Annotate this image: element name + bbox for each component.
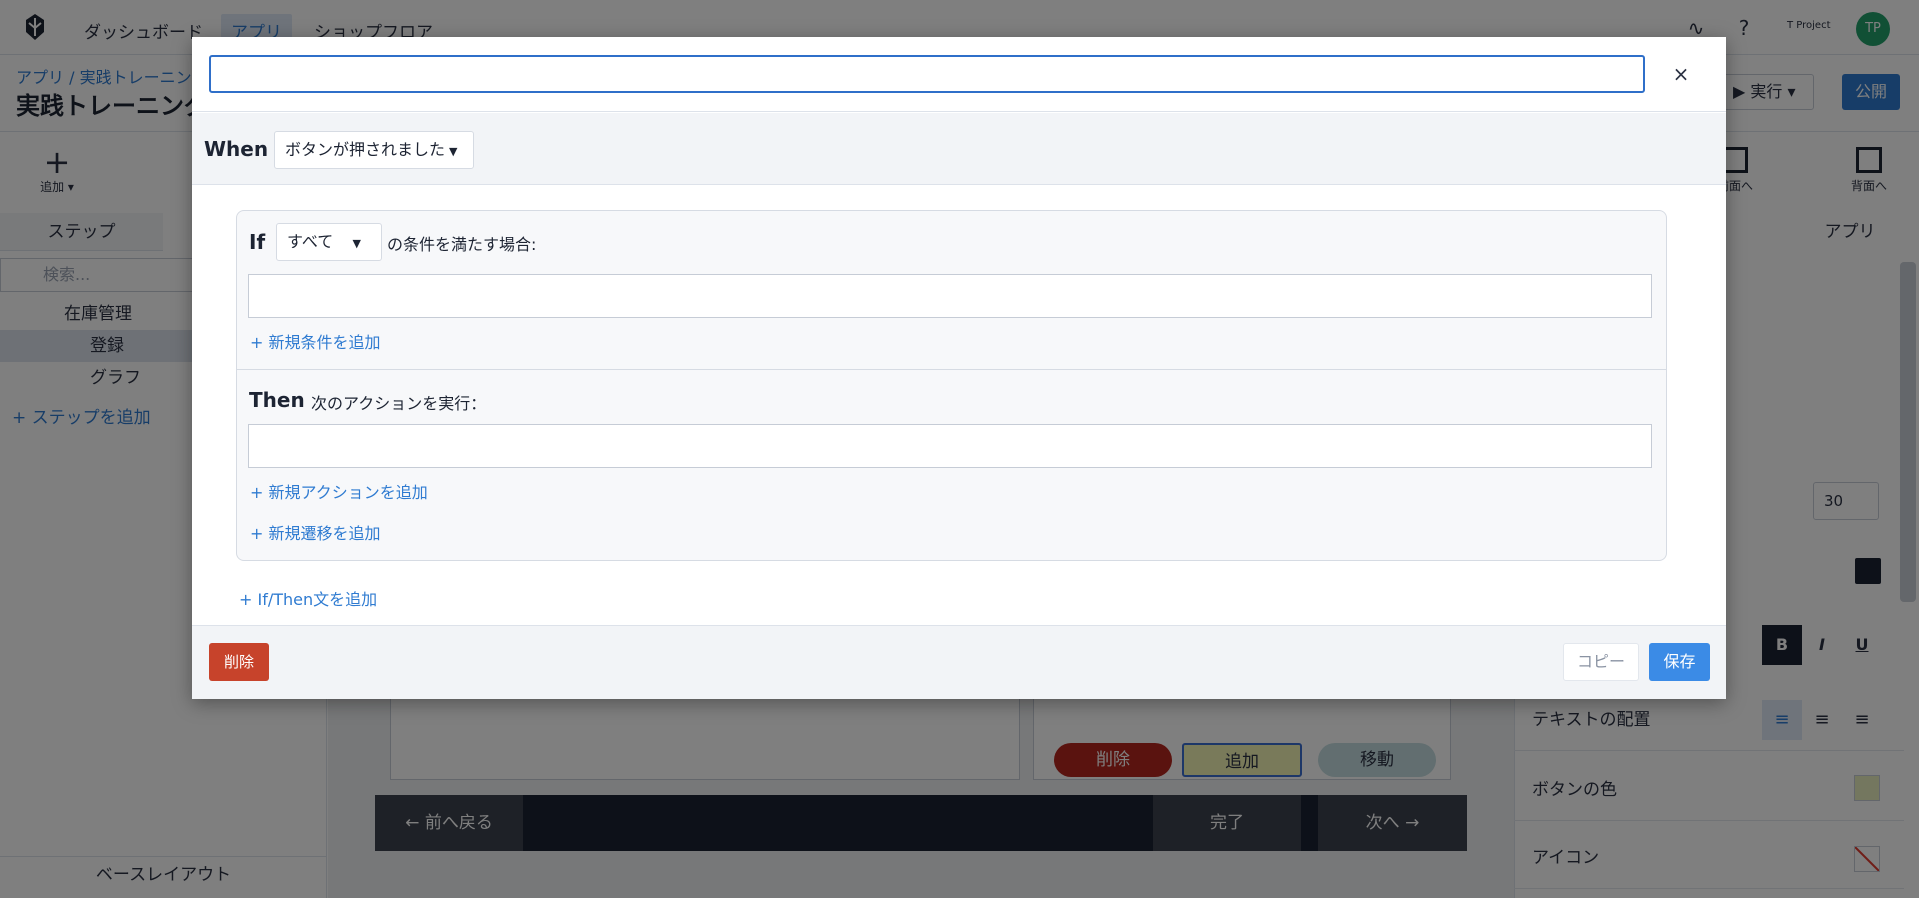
when-label: When: [204, 137, 269, 161]
if-description: の条件を満たす場合:: [387, 235, 537, 254]
delete-button[interactable]: 削除: [209, 643, 269, 681]
save-button[interactable]: 保存: [1649, 643, 1710, 681]
actions-dropzone[interactable]: [248, 424, 1652, 468]
add-transition-link[interactable]: + 新規遷移を追加: [250, 520, 381, 544]
modal-footer: [192, 625, 1726, 699]
if-match-select[interactable]: すべて ▼: [276, 223, 382, 261]
add-condition-link[interactable]: + 新規条件を追加: [250, 329, 381, 353]
trigger-name-input[interactable]: [209, 55, 1645, 93]
if-label: If: [249, 230, 266, 254]
close-icon[interactable]: ×: [1666, 59, 1696, 89]
add-condition-label: 新規条件を追加: [268, 333, 381, 352]
divider: [236, 369, 1667, 370]
if-then-card: [236, 210, 1667, 561]
trigger-editor-modal: × When ボタンが押されました ▼ If すべて ▼ の条件を満たす場合: +…: [192, 37, 1726, 699]
copy-button[interactable]: コピー: [1563, 643, 1639, 681]
add-action-link[interactable]: + 新規アクションを追加: [250, 479, 428, 503]
when-event-select[interactable]: ボタンが押されました ▼: [274, 131, 474, 169]
if-match-value: すべて: [287, 232, 334, 251]
add-if-then-link[interactable]: + If/Then文を追加: [239, 586, 377, 610]
add-if-then-label: If/Then文を追加: [257, 590, 378, 609]
add-action-label: 新規アクションを追加: [268, 483, 428, 502]
chevron-down-icon: ▼: [449, 145, 458, 158]
conditions-dropzone[interactable]: [248, 274, 1652, 318]
when-event-value: ボタンが押されました: [285, 140, 446, 159]
then-label: Then: [249, 388, 305, 412]
chevron-down-icon: ▼: [352, 237, 361, 250]
then-description: 次のアクションを実行：: [311, 394, 487, 413]
add-transition-label: 新規遷移を追加: [268, 524, 381, 543]
